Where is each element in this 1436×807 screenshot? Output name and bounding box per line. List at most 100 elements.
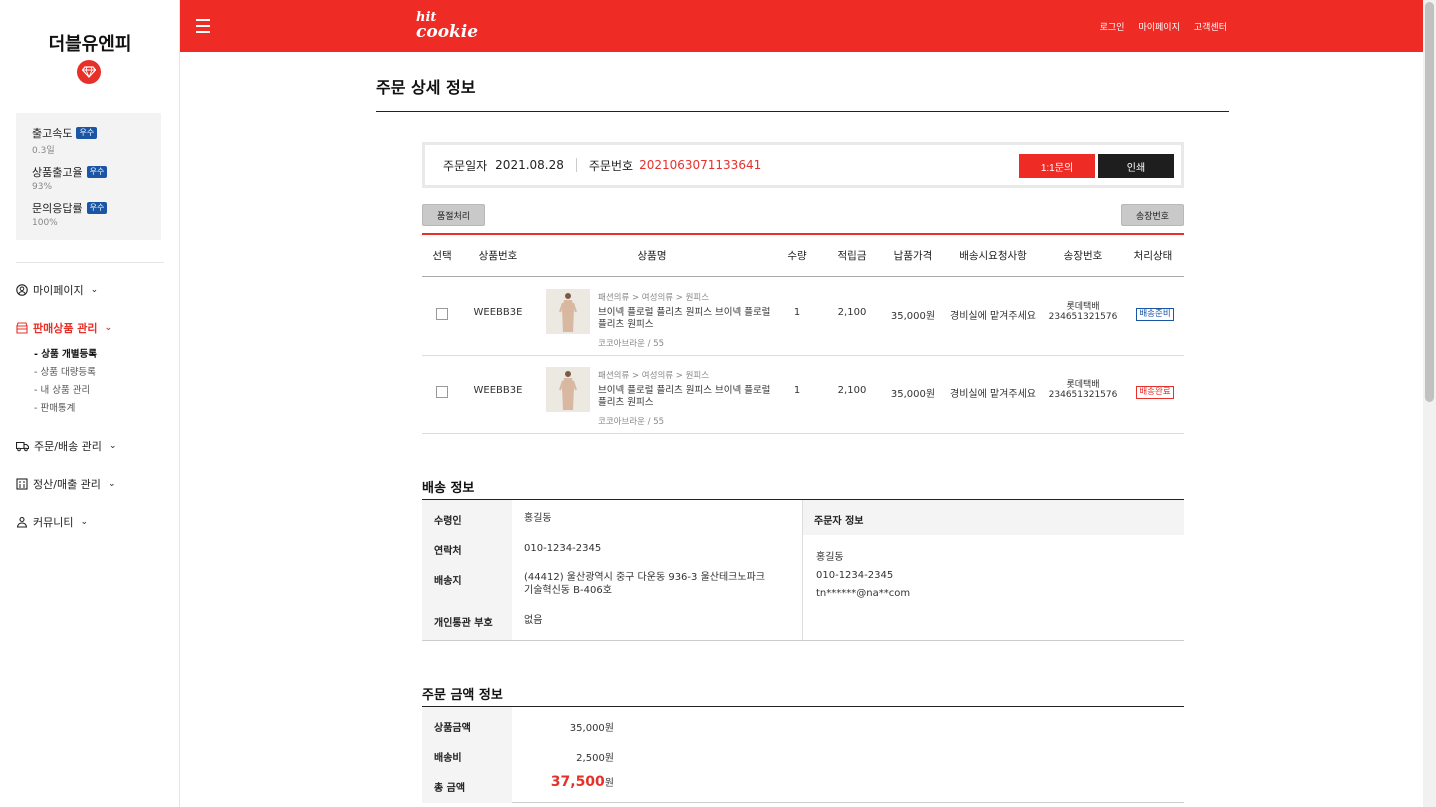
- calculator-icon: [16, 478, 28, 490]
- brand-logo[interactable]: hit cookie: [416, 10, 479, 42]
- sidebar-menu: 마이페이지 ⌄ 판매상품 관리 ⌄ - 상품 개별등록 - 상품 대량등록 - 내 …: [16, 280, 166, 532]
- currency-unit: 원: [604, 778, 614, 789]
- customer-center-link[interactable]: 고객센터: [1194, 20, 1227, 33]
- people-icon: [16, 516, 28, 528]
- total-amount-label: 총 금액: [434, 783, 466, 794]
- invoice-info: 롯데택배 234651321576: [1047, 302, 1119, 322]
- product-option: 코코아브라운 / 55: [598, 417, 665, 427]
- status-badge: 배송완료: [1136, 386, 1174, 399]
- product-amount-label: 상품금액: [434, 723, 471, 734]
- order-number: 2021063071133641: [639, 158, 762, 172]
- supply-price: 35,000원: [890, 389, 936, 400]
- diamond-icon: [77, 60, 101, 84]
- carrier-name: 롯데택배: [1066, 302, 1100, 312]
- sidebar-item-community[interactable]: 커뮤니티 ⌄: [16, 512, 166, 532]
- row-checkbox[interactable]: [436, 386, 448, 398]
- amount-info: 상품금액 35,000원 배송비 2,500원 총 금액 37,500원: [422, 707, 1184, 803]
- total-amount: 37,500원: [551, 774, 614, 790]
- stat-response-rate: 문의응답률 우수 100%: [32, 200, 145, 228]
- product-name[interactable]: 브이넥 플로럴 플리츠 원피스 브이넥 플로럴 플리츠 원피스: [598, 385, 778, 409]
- order-date-label: 주문일자: [443, 158, 488, 173]
- stat-title: 상품출고율: [32, 166, 83, 179]
- product-number: WEEBB3E: [473, 385, 523, 396]
- mypage-link[interactable]: 마이페이지: [1138, 20, 1179, 33]
- scrollbar[interactable]: [1423, 0, 1436, 807]
- supply-price: 35,000원: [890, 311, 936, 322]
- column-header: 상품번호: [478, 250, 518, 262]
- submenu-item-register-bulk[interactable]: - 상품 대량등록: [34, 364, 166, 382]
- stat-shipment-rate: 상품출고율 우수 93%: [32, 164, 145, 192]
- column-header: 배송시요청사항: [959, 250, 1027, 262]
- column-header: 수량: [787, 250, 807, 262]
- row-checkbox[interactable]: [436, 308, 448, 320]
- chevron-down-icon: ⌄: [104, 323, 113, 333]
- recipient-label: 수령인: [434, 516, 462, 527]
- sidebar-item-label: 마이페이지: [33, 284, 84, 297]
- product-thumbnail[interactable]: [546, 367, 590, 412]
- customs-label: 개인통관 부호: [434, 618, 493, 629]
- logo-text-bottom: cookie: [416, 22, 479, 42]
- product-info: 패션의류 > 여성의류 > 원피스 브이넥 플로럴 플리츠 원피스 브이넥 플로…: [598, 369, 778, 427]
- contact-value: 010-1234-2345: [524, 543, 602, 554]
- invoice-number: 234651321576: [1048, 390, 1118, 400]
- shipping-section-title: 배송 정보: [422, 481, 475, 496]
- stat-value: 100%: [32, 218, 58, 228]
- soldout-button[interactable]: 품절처리: [422, 204, 485, 226]
- product-name[interactable]: 브이넥 플로럴 플리츠 원피스 브이넥 플로럴 플리츠 원피스: [598, 307, 778, 331]
- quantity: 1: [793, 307, 801, 318]
- submenu-item-my-products[interactable]: - 내 상품 관리: [34, 382, 166, 400]
- user-circle-icon: [16, 284, 28, 296]
- product-number: WEEBB3E: [473, 307, 523, 318]
- status-badge: 우수: [86, 166, 108, 178]
- sales-submenu: - 상품 개별등록 - 상품 대량등록 - 내 상품 관리 - 판매통계: [34, 346, 166, 418]
- customs-value: 없음: [524, 615, 543, 626]
- login-link[interactable]: 로그인: [1100, 20, 1125, 33]
- sidebar-item-settlement[interactable]: 정산/매출 관리 ⌄: [16, 474, 166, 494]
- sidebar-item-label: 정산/매출 관리: [33, 478, 101, 491]
- stat-shipping-speed: 출고속도 우수 0.3일: [32, 125, 145, 156]
- shipping-fee-value: 2,500원: [576, 753, 614, 764]
- product-amount-value: 35,000원: [569, 723, 614, 734]
- chevron-down-icon: ⌄: [90, 285, 99, 295]
- sidebar-item-sales[interactable]: 판매상품 관리 ⌄: [16, 318, 166, 338]
- submenu-item-register-single[interactable]: - 상품 개별등록: [34, 346, 166, 364]
- buyer-info: 홍길동 010-1234-2345 tn******@na**com: [816, 549, 910, 603]
- chevron-down-icon: ⌄: [80, 517, 89, 527]
- column-header: 상품명: [637, 250, 667, 262]
- address-label: 배송지: [434, 576, 462, 587]
- sidebar-divider: [16, 262, 164, 263]
- status-badge: 배송준비: [1136, 308, 1174, 321]
- order-number-label: 주문번호: [588, 158, 634, 173]
- points: 2,100: [837, 385, 867, 396]
- hamburger-menu-icon[interactable]: [196, 19, 210, 33]
- sidebar: 더블유엔피 출고속도 우수 0.3일 상품출고율 우수 93% 문의응답률 우수 10…: [0, 0, 180, 807]
- stat-title: 출고속도: [32, 127, 73, 140]
- chevron-down-icon: ⌄: [107, 479, 116, 489]
- scrollbar-thumb[interactable]: [1425, 2, 1434, 402]
- contact-label: 연락처: [434, 546, 462, 557]
- product-option: 코코아브라운 / 55: [598, 339, 665, 349]
- status-badge: 우수: [76, 127, 98, 139]
- stat-title: 문의응답률: [32, 202, 83, 215]
- divider: [575, 158, 577, 172]
- sidebar-item-mypage[interactable]: 마이페이지 ⌄: [16, 280, 166, 300]
- print-button[interactable]: 인쇄: [1098, 154, 1174, 178]
- stat-value: 93%: [32, 182, 53, 192]
- table-row: WEEBB3E 패션의류 > 여성의류 > 원피스 브이넥 플로럴 플리츠 원피…: [422, 356, 1184, 434]
- sidebar-item-order[interactable]: 주문/배송 관리 ⌄: [16, 436, 166, 456]
- sidebar-item-label: 판매상품 관리: [33, 322, 98, 335]
- page-title: 주문 상세 정보: [376, 78, 476, 97]
- order-date: 2021.08.28: [495, 158, 564, 172]
- product-category: 패션의류 > 여성의류 > 원피스: [598, 371, 710, 381]
- buyer-header: 주문자 정보: [803, 500, 1184, 535]
- shipping-info: 수령인 홍길동 연락처 010-1234-2345 배송지 (44412) 울산…: [422, 500, 1184, 641]
- column-header: 선택: [432, 250, 452, 262]
- top-header: [180, 0, 1423, 52]
- submenu-item-sales-stats[interactable]: - 판매통계: [34, 400, 166, 418]
- address-value: (44412) 울산광역시 중구 다운동 936-3 울산테크노파크 기술혁신동…: [524, 571, 765, 597]
- table-header: 선택 상품번호 상품명 수량 적립금 납품가격 배송시요청사항 송장번호 처리상…: [422, 235, 1184, 277]
- product-thumbnail[interactable]: [546, 289, 590, 334]
- inquiry-button[interactable]: 1:1문의: [1019, 154, 1095, 178]
- invoice-button[interactable]: 송장번호: [1121, 204, 1184, 226]
- amount-section-title: 주문 금액 정보: [422, 688, 503, 703]
